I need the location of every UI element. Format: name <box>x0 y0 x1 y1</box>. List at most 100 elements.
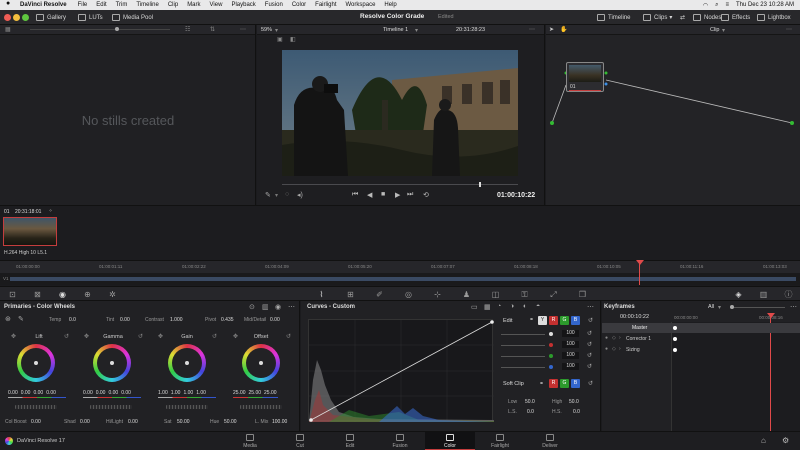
keyframe-row-master[interactable]: Master <box>602 323 800 333</box>
media-pool-button[interactable]: Media Pool <box>112 12 153 23</box>
softclip-green-button[interactable]: G <box>560 379 569 388</box>
low-value[interactable]: 50.0 <box>525 399 535 405</box>
timeline-button[interactable]: Timeline <box>597 12 630 23</box>
auto-balance-icon[interactable]: ⊛ <box>5 315 11 323</box>
blur-icon[interactable]: ◫ <box>491 290 500 299</box>
ls-value[interactable]: 0.0 <box>527 409 534 415</box>
loop-button[interactable]: ⟲ <box>423 191 429 199</box>
playhead-marker[interactable] <box>636 260 644 265</box>
go-to-start-button[interactable]: ⏮ <box>352 191 358 199</box>
contrast-value[interactable]: 1.000 <box>170 317 183 323</box>
keyframes-playhead-marker[interactable] <box>767 313 775 318</box>
page-media[interactable]: Media <box>225 432 275 450</box>
keyframes-options-icon[interactable]: ⋯ <box>790 303 797 311</box>
sizing-icon[interactable]: ⤢ <box>549 290 558 299</box>
page-fairlight[interactable]: Fairlight <box>475 432 525 450</box>
offset-b[interactable]: 25.00 <box>264 390 277 396</box>
offset-r[interactable]: 25.00 <box>233 390 246 396</box>
lift-wheel-puck[interactable] <box>34 361 38 365</box>
chevron-down-icon[interactable]: ▾ <box>718 304 721 311</box>
tint-value[interactable]: 0.00 <box>120 317 130 323</box>
blue-reset-icon[interactable]: ↺ <box>587 363 592 370</box>
clip-thumbnail[interactable] <box>3 217 57 246</box>
mini-timeline-track[interactable]: V1 <box>0 260 800 285</box>
keyframes-icon[interactable]: ◈ <box>734 290 743 299</box>
curve-lum-icon[interactable]: ◐ <box>523 303 527 310</box>
lift-r[interactable]: 0.00 <box>21 390 31 396</box>
clip-bar[interactable] <box>10 277 796 281</box>
node-options-icon[interactable]: ⋯ <box>786 26 792 33</box>
menu-trim[interactable]: Trim <box>116 2 128 8</box>
keyframe-dot[interactable] <box>673 348 677 352</box>
color-wheels-icon[interactable]: ◉ <box>58 290 67 299</box>
color-match-icon[interactable]: ⊠ <box>33 290 42 299</box>
red-reset-icon[interactable]: ↺ <box>587 341 592 348</box>
gain-g[interactable]: 1.00 <box>183 390 193 396</box>
reverse-button[interactable]: ◀ <box>367 191 372 199</box>
options-icon[interactable]: ⋯ <box>240 26 246 33</box>
menu-edit[interactable]: Edit <box>96 2 106 8</box>
hue-value[interactable]: 50.00 <box>224 419 237 425</box>
circle-icon[interactable]: ○ <box>285 191 289 198</box>
offset-master-wheel[interactable] <box>240 405 282 409</box>
gain-wheel-puck[interactable] <box>185 361 189 365</box>
keyframe-dot[interactable] <box>673 326 677 330</box>
window-zoom-button[interactable] <box>22 14 29 21</box>
menu-help[interactable]: Help <box>384 2 396 8</box>
blue-slider[interactable] <box>501 367 545 368</box>
magic-mask-icon[interactable]: ♟ <box>462 290 471 299</box>
sort-icon[interactable]: ⇅ <box>210 26 215 33</box>
timeline-ruler[interactable]: 01:00:00:00 01:00:01:11 01:00:02:22 01:0… <box>0 260 800 273</box>
gallery-button[interactable]: Gallery <box>36 12 66 23</box>
menu-mark[interactable]: Mark <box>187 2 200 8</box>
motion-effects-icon[interactable]: ✲ <box>108 290 117 299</box>
softclip-red-button[interactable]: R <box>549 379 558 388</box>
viewer-zoom[interactable]: 59% <box>261 27 272 33</box>
node-graph-canvas[interactable] <box>546 35 800 205</box>
gamma-master-wheel[interactable] <box>90 405 132 409</box>
menu-workspace[interactable]: Workspace <box>346 2 376 8</box>
reset-all-icon[interactable]: ⊙ <box>249 303 255 311</box>
curve-grid-icon[interactable]: ▦ <box>484 303 491 311</box>
clips-button[interactable]: Clips ▾ <box>643 12 672 23</box>
temp-value[interactable]: 0.0 <box>69 317 76 323</box>
home-icon[interactable]: ⌂ <box>761 436 766 445</box>
curve-options-icon[interactable]: ⋯ <box>587 303 594 311</box>
volume-icon[interactable]: ◂) <box>297 191 303 199</box>
blue-edit-value[interactable]: 100 <box>562 363 579 370</box>
camera-raw-icon[interactable]: ⊡ <box>8 290 17 299</box>
sync-icon[interactable]: ⇄ <box>680 12 685 23</box>
wipe-icon[interactable]: ◧ <box>290 36 296 43</box>
info-icon[interactable]: ⓘ <box>784 290 793 299</box>
nodes-button[interactable]: Nodes <box>693 12 721 23</box>
menu-file[interactable]: File <box>78 2 88 8</box>
gain-wheel[interactable] <box>168 344 206 382</box>
viewer-timeline-name[interactable]: Timeline 1 <box>383 27 408 33</box>
menubar-datetime[interactable]: Thu Dec 23 10:28 AM <box>736 2 794 8</box>
gain-reset-icon[interactable]: ↺ <box>212 333 217 340</box>
gamma-b[interactable]: 0.00 <box>121 390 131 396</box>
lift-y[interactable]: 0.00 <box>8 390 18 396</box>
chevron-down-icon[interactable]: ▾ <box>722 27 725 34</box>
curve-graph[interactable] <box>308 319 494 422</box>
luma-edit-value[interactable]: 100 <box>562 330 579 337</box>
lmix-value[interactable]: 100.00 <box>272 419 287 425</box>
offset-wheel[interactable] <box>242 344 280 382</box>
3d-icon[interactable]: ❒ <box>578 290 587 299</box>
control-center-icon[interactable]: ≡ <box>725 2 729 8</box>
page-fusion[interactable]: Fusion <box>375 432 425 450</box>
grid-view-icon[interactable]: ▦ <box>5 26 11 33</box>
lift-g[interactable]: 0.00 <box>33 390 43 396</box>
lift-master-wheel[interactable] <box>15 405 57 409</box>
gamma-wheel[interactable] <box>93 344 131 382</box>
tracker-icon[interactable]: ⊹ <box>433 290 442 299</box>
red-slider[interactable] <box>501 345 545 346</box>
wifi-icon[interactable]: ◠ <box>703 2 708 9</box>
green-edit-value[interactable]: 100 <box>562 352 579 359</box>
gain-r[interactable]: 1.00 <box>171 390 181 396</box>
viewer-source-timecode[interactable]: 20:31:28:23 <box>456 27 485 33</box>
color-warper-icon[interactable]: ⊞ <box>346 290 355 299</box>
diamond-icon[interactable]: ◇ <box>612 346 616 352</box>
panel-options-icon[interactable]: ⋯ <box>288 303 295 311</box>
softclip-blue-button[interactable]: B <box>571 379 580 388</box>
